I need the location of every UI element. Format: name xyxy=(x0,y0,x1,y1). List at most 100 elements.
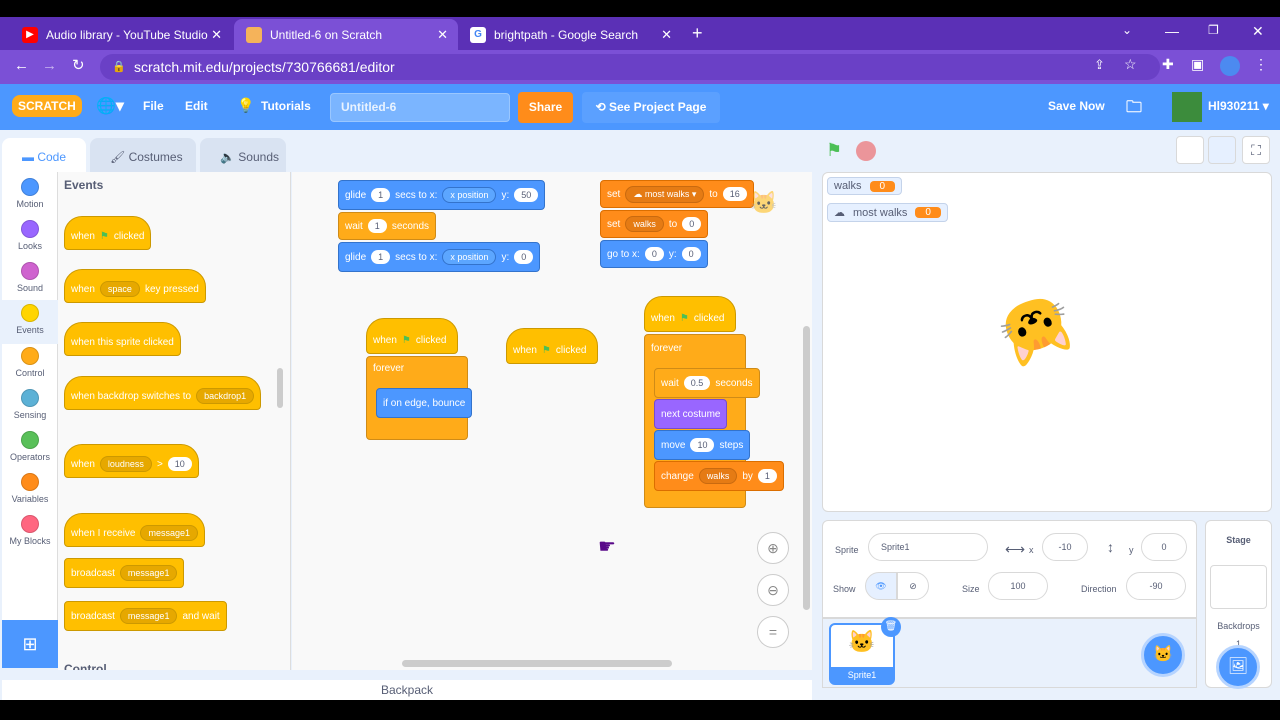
sprite-name-input[interactable]: Sprite1 xyxy=(868,533,988,561)
extensions-icon[interactable]: ✚ xyxy=(1162,56,1174,73)
delete-sprite-icon[interactable]: 🗑 xyxy=(881,617,901,637)
tab-code[interactable]: ▬ Code xyxy=(2,138,86,176)
glide-to-block[interactable]: glide 1 secs to x: x position y: 0 xyxy=(338,242,541,272)
fullscreen-icon[interactable]: ⛶ xyxy=(1242,136,1270,164)
category-sensing[interactable]: Sensing xyxy=(2,389,58,420)
category-control[interactable]: Control xyxy=(2,347,58,378)
green-flag-button[interactable]: ⚑ xyxy=(826,140,842,161)
wait-seconds-block[interactable]: wait 0.5 seconds xyxy=(654,368,760,398)
zoom-in-button[interactable]: ⊕ xyxy=(757,532,789,564)
profile-avatar[interactable] xyxy=(1220,56,1240,76)
cat-sprite[interactable]: 🐱 xyxy=(988,282,1082,374)
choose-backdrop-button[interactable]: 🖼 xyxy=(1216,645,1260,689)
when-flag-clicked-block[interactable]: when ⚑ clicked xyxy=(64,216,152,250)
if-on-edge-bounce-block[interactable]: if on edge, bounce xyxy=(376,388,473,418)
when-sprite-clicked-block[interactable]: when this sprite clicked xyxy=(64,322,181,356)
x-reporter[interactable]: x position xyxy=(442,187,497,203)
new-tab-button[interactable]: + xyxy=(692,23,703,44)
bookmark-star-icon[interactable]: ☆ xyxy=(1124,56,1137,73)
value-input[interactable]: 0 xyxy=(682,217,702,231)
set-variable-block[interactable]: set ☁ most walks ▾ to 16 xyxy=(600,180,754,208)
tutorials-menu[interactable]: Tutorials xyxy=(261,99,311,113)
more-menu-icon[interactable]: ⋮ xyxy=(1254,56,1268,73)
scratch-logo[interactable]: SCRATCH xyxy=(12,95,82,117)
wait-input[interactable]: 0.5 xyxy=(683,376,711,390)
file-menu[interactable]: File xyxy=(143,99,164,113)
when-loudness-block[interactable]: when loudness >10 xyxy=(64,444,199,478)
see-project-page-button[interactable]: ⟲ See Project Page xyxy=(582,92,720,123)
backpack-bar[interactable]: Backpack xyxy=(2,680,812,700)
y-input[interactable]: 0 xyxy=(514,250,534,264)
tab-sounds[interactable]: 🔈 Sounds xyxy=(200,138,286,176)
zoom-out-button[interactable]: ⊖ xyxy=(757,574,789,606)
category-events[interactable]: Events xyxy=(2,300,58,344)
close-icon[interactable]: ✕ xyxy=(661,27,672,43)
when-flag-clicked-block[interactable]: when ⚑ clicked xyxy=(644,296,736,332)
x-input[interactable]: 0 xyxy=(644,247,664,261)
set-variable-block[interactable]: set walks to 0 xyxy=(600,210,709,238)
stage-selector[interactable]: Stage Backdrops 1 🖼 xyxy=(1205,520,1272,689)
backdrop-dropdown[interactable]: backdrop1 xyxy=(196,388,255,404)
user-avatar[interactable] xyxy=(1172,92,1202,122)
variable-dropdown[interactable]: walks xyxy=(625,216,664,232)
value-input[interactable]: 1 xyxy=(757,469,777,483)
close-icon[interactable]: ✕ xyxy=(437,27,448,43)
add-extension-button[interactable]: ⊞ xyxy=(2,620,58,668)
save-now-button[interactable]: Save Now xyxy=(1048,99,1105,113)
hide-eye-icon[interactable]: ⊘ xyxy=(897,572,929,600)
category-operators[interactable]: Operators xyxy=(2,431,58,462)
sprite-thumbnail[interactable]: 🐱 Sprite1 🗑 xyxy=(829,617,901,685)
wait-seconds-block[interactable]: wait 1 seconds xyxy=(338,212,437,240)
username-menu[interactable]: Hl930211 ▾ xyxy=(1208,99,1269,113)
when-backdrop-switches-block[interactable]: when backdrop switches to backdrop1 xyxy=(64,376,262,410)
sidebar-icon[interactable]: ▣ xyxy=(1191,56,1204,73)
broadcast-block[interactable]: broadcast message1 xyxy=(64,558,185,588)
when-key-pressed-block[interactable]: when space key pressed xyxy=(64,269,206,303)
stage-canvas[interactable]: walks 0 ☁ most walks 0 🐱 xyxy=(822,172,1272,512)
variable-dropdown[interactable]: ☁ most walks ▾ xyxy=(625,185,705,203)
broadcast-and-wait-block[interactable]: broadcast message1 and wait xyxy=(64,601,227,631)
workspace-horizontal-scrollbar[interactable] xyxy=(402,660,672,667)
y-input[interactable]: 50 xyxy=(514,188,539,202)
reload-icon[interactable]: ↻ xyxy=(72,56,85,74)
wait-input[interactable]: 1 xyxy=(367,219,387,233)
project-title-input[interactable]: Untitled-6 xyxy=(330,93,510,122)
when-flag-clicked-block[interactable]: when ⚑ clicked xyxy=(506,328,598,364)
message-dropdown[interactable]: message1 xyxy=(140,525,199,541)
url-input[interactable]: 🔒 scratch.mit.edu/projects/730766681/edi… xyxy=(100,54,1160,80)
browser-tab-youtube[interactable]: ▶ Audio library - YouTube Studio ✕ xyxy=(10,19,232,50)
message-dropdown[interactable]: message1 xyxy=(119,608,178,624)
show-visible-eye-icon[interactable]: 👁 xyxy=(865,572,897,600)
value-input[interactable]: 16 xyxy=(722,187,747,201)
secs-input[interactable]: 1 xyxy=(371,188,391,202)
when-flag-clicked-block[interactable]: when ⚑ clicked xyxy=(366,318,458,354)
change-variable-block[interactable]: change walks by 1 xyxy=(654,461,784,491)
workspace-vertical-scrollbar[interactable] xyxy=(803,326,810,610)
category-variables[interactable]: Variables xyxy=(2,473,58,504)
y-input[interactable]: 0 xyxy=(1141,533,1187,561)
small-stage-button[interactable] xyxy=(1176,136,1204,164)
browser-tab-scratch[interactable]: Untitled-6 on Scratch ✕ xyxy=(234,19,458,50)
when-i-receive-block[interactable]: when I receive message1 xyxy=(64,513,206,547)
language-globe-icon[interactable]: 🌐▾ xyxy=(96,96,124,116)
close-icon[interactable]: ✕ xyxy=(211,27,222,43)
my-stuff-folder-icon[interactable]: 🗀 xyxy=(1126,96,1142,123)
stop-button[interactable] xyxy=(856,141,876,161)
x-reporter[interactable]: x position xyxy=(442,249,497,265)
secs-input[interactable]: 1 xyxy=(371,250,391,264)
sensor-dropdown[interactable]: loudness xyxy=(99,456,152,472)
tab-search-icon[interactable]: ⌄ xyxy=(1122,23,1132,37)
browser-tab-google[interactable]: G brightpath - Google Search ✕ xyxy=(458,19,682,50)
share-page-icon[interactable]: ⇪ xyxy=(1094,57,1105,73)
go-to-xy-block[interactable]: go to x: 0 y: 0 xyxy=(600,240,708,268)
minimize-icon[interactable]: — xyxy=(1165,23,1179,39)
zoom-reset-button[interactable]: = xyxy=(757,616,789,648)
category-motion[interactable]: Motion xyxy=(2,178,58,209)
threshold-input[interactable]: 10 xyxy=(167,457,192,471)
palette-scrollbar[interactable] xyxy=(277,368,283,408)
x-input[interactable]: -10 xyxy=(1042,533,1088,561)
edit-menu[interactable]: Edit xyxy=(185,99,208,113)
category-sound[interactable]: Sound xyxy=(2,262,58,293)
size-input[interactable]: 100 xyxy=(988,572,1048,600)
backdrop-thumbnail[interactable] xyxy=(1210,565,1267,609)
